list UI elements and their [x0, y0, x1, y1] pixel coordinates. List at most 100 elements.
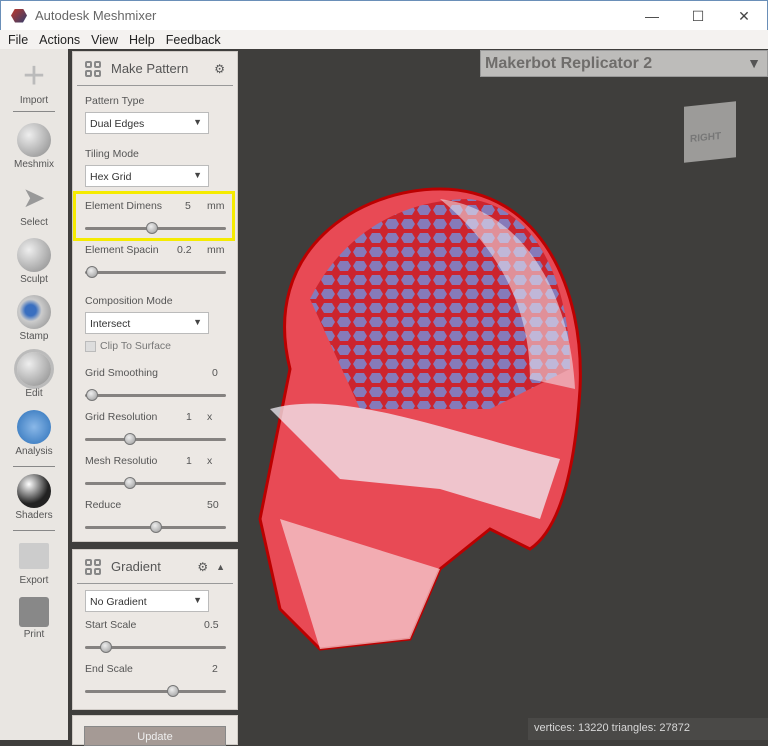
- start-scale-label: Start Scale: [85, 619, 137, 631]
- arrow-icon: ➤: [22, 182, 46, 213]
- dropdown-arrow-icon: ▼: [747, 55, 761, 71]
- grid-resolution-unit: x: [207, 411, 213, 423]
- view-cube[interactable]: RIGHT: [684, 101, 736, 163]
- dropdown-arrow-icon: ▼: [193, 595, 202, 605]
- reduce-label: Reduce: [85, 499, 122, 511]
- printer-icon: [19, 597, 49, 627]
- status-bar: vertices: 13220 triangles: 27872: [528, 718, 768, 740]
- grid-resolution-slider[interactable]: [85, 432, 226, 446]
- grid-resolution-label: Grid Resolution: [85, 411, 158, 423]
- tiling-mode-value: Hex Grid: [90, 171, 132, 183]
- gear-icon[interactable]: ⚙: [214, 62, 225, 76]
- mesh-resolution-value: 1: [186, 455, 192, 467]
- composition-mode-select[interactable]: Intersect ▼: [85, 312, 209, 334]
- tool-print[interactable]: Print: [0, 597, 68, 640]
- collapse-icon[interactable]: ▲: [216, 562, 225, 572]
- slider-thumb[interactable]: [100, 641, 113, 653]
- tool-import[interactable]: + Import: [0, 55, 68, 106]
- reduce-value: 50: [207, 499, 219, 511]
- gear-icon[interactable]: ⚙: [197, 560, 208, 574]
- reduce-slider[interactable]: [85, 520, 226, 534]
- printer-select[interactable]: Makerbot Replicator 2 ▼: [480, 50, 768, 77]
- start-scale-value: 0.5: [204, 619, 219, 631]
- gradient-value: No Gradient: [90, 596, 147, 608]
- panel-grid-icon: [85, 558, 101, 575]
- export-icon: [19, 543, 49, 569]
- menu-file[interactable]: File: [8, 33, 28, 47]
- tool-sidebar: + Import Meshmix ➤ Select Sculpt Stamp Edi…: [0, 49, 68, 740]
- element-spacing-label: Element Spacin: [85, 244, 159, 256]
- clip-to-surface-checkbox[interactable]: [85, 341, 96, 352]
- plus-icon: +: [22, 55, 46, 97]
- tool-meshmix[interactable]: Meshmix: [0, 123, 68, 170]
- dropdown-arrow-icon: ▼: [193, 317, 202, 327]
- pattern-type-value: Dual Edges: [90, 118, 145, 130]
- minimize-button[interactable]: —: [629, 1, 675, 31]
- app-logo-icon: [11, 8, 27, 23]
- gradient-panel: Gradient ⚙ ▲ No Gradient ▼ Start Scale 0.5 …: [72, 549, 238, 710]
- window-title: Autodesk Meshmixer: [35, 8, 157, 23]
- panel-grid-icon: [85, 60, 101, 77]
- end-scale-slider[interactable]: [85, 684, 226, 698]
- clip-to-surface-label: Clip To Surface: [100, 340, 172, 352]
- bunny-head-icon: [17, 123, 51, 157]
- brush-icon: [17, 238, 51, 272]
- stamp-icon: [17, 295, 51, 329]
- tiling-mode-label: Tiling Mode: [85, 148, 139, 160]
- update-panel: Update: [72, 715, 238, 746]
- end-scale-value: 2: [212, 663, 218, 675]
- grid-smoothing-label: Grid Smoothing: [85, 367, 158, 379]
- cube-face-label: RIGHT: [690, 130, 722, 146]
- tool-select[interactable]: ➤ Select: [0, 181, 68, 228]
- tiling-mode-select[interactable]: Hex Grid ▼: [85, 165, 209, 187]
- tool-export[interactable]: Export: [0, 539, 68, 586]
- menu-feedback[interactable]: Feedback: [166, 33, 221, 47]
- edit-icon: [17, 352, 51, 386]
- update-button[interactable]: Update: [84, 726, 226, 746]
- pattern-type-label: Pattern Type: [85, 95, 145, 107]
- tool-analysis[interactable]: Analysis: [0, 410, 68, 457]
- tool-edit[interactable]: Edit: [0, 352, 68, 399]
- menu-help[interactable]: Help: [129, 33, 155, 47]
- sphere-icon: [17, 474, 51, 508]
- menu-actions[interactable]: Actions: [39, 33, 80, 47]
- slider-thumb[interactable]: [124, 477, 137, 489]
- mesh-resolution-unit: x: [207, 455, 213, 467]
- slider-thumb[interactable]: [166, 685, 179, 697]
- slider-thumb[interactable]: [149, 521, 162, 533]
- panel-title: Make Pattern: [111, 61, 189, 76]
- gradient-select[interactable]: No Gradient ▼: [85, 590, 209, 612]
- element-spacing-unit: mm: [207, 244, 225, 256]
- mesh-resolution-label: Mesh Resolutio: [85, 455, 158, 467]
- grid-smoothing-value: 0: [212, 367, 218, 379]
- mesh-resolution-slider[interactable]: [85, 476, 226, 490]
- title-bar: Autodesk Meshmixer — ☐ ✕: [0, 0, 768, 30]
- pattern-type-select[interactable]: Dual Edges ▼: [85, 112, 209, 134]
- grid-smoothing-slider[interactable]: [85, 388, 226, 402]
- grid-resolution-value: 1: [186, 411, 192, 423]
- tool-sculpt[interactable]: Sculpt: [0, 238, 68, 285]
- printer-name: Makerbot Replicator 2: [485, 55, 653, 72]
- panel-title: Gradient: [111, 559, 161, 574]
- element-spacing-value: 0.2: [177, 244, 192, 256]
- tool-stamp[interactable]: Stamp: [0, 295, 68, 342]
- make-pattern-panel: Make Pattern ⚙ Pattern Type Dual Edges ▼ T…: [72, 51, 238, 542]
- analysis-icon: [17, 410, 51, 444]
- menu-bar: File Actions View Help Feedback: [0, 30, 768, 49]
- start-scale-slider[interactable]: [85, 640, 226, 654]
- slider-thumb[interactable]: [85, 389, 98, 401]
- element-spacing-slider[interactable]: [85, 265, 226, 279]
- dropdown-arrow-icon: ▼: [193, 117, 202, 127]
- dropdown-arrow-icon: ▼: [193, 170, 202, 180]
- close-button[interactable]: ✕: [721, 1, 767, 31]
- menu-view[interactable]: View: [91, 33, 118, 47]
- maximize-button[interactable]: ☐: [675, 1, 721, 31]
- slider-thumb[interactable]: [85, 266, 98, 278]
- skull-model: [258, 187, 582, 651]
- end-scale-label: End Scale: [85, 663, 133, 675]
- composition-mode-label: Composition Mode: [85, 295, 173, 307]
- slider-thumb[interactable]: [124, 433, 137, 445]
- highlight-box: [73, 191, 235, 241]
- tool-shaders[interactable]: Shaders: [0, 474, 68, 521]
- composition-mode-value: Intersect: [90, 318, 131, 330]
